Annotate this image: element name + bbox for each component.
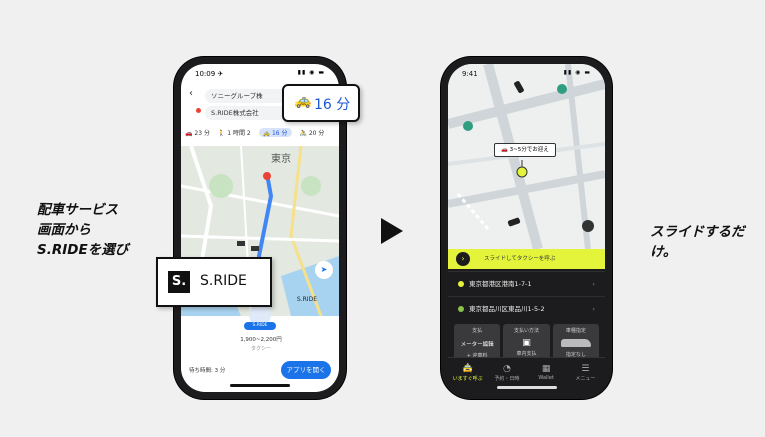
time-callout-text: 16 分 bbox=[314, 97, 351, 113]
mode-bike[interactable]: 🚴 20 分 bbox=[299, 128, 324, 137]
pickup-address: 東京都港区港南1-7-1 bbox=[469, 280, 532, 288]
status-time: 10:09 ✈ bbox=[195, 70, 224, 78]
qr-icon: ▦ bbox=[541, 364, 551, 374]
sride-callout-text: S.RIDE bbox=[200, 273, 247, 289]
home-indicator bbox=[230, 384, 290, 387]
menu-icon: ☰ bbox=[581, 364, 590, 374]
destination-pin-icon bbox=[196, 108, 201, 113]
fare-text: 1,900~2,200円 bbox=[240, 337, 282, 343]
tab-call-now-label: いますぐ呼ぶ bbox=[452, 376, 483, 382]
option-payment-title: 支払い方法 bbox=[513, 328, 539, 334]
sride-callout: S. S.RIDE bbox=[156, 257, 272, 307]
sride-small-label: S.RIDE bbox=[296, 296, 317, 303]
dropoff-dot-icon bbox=[458, 306, 464, 312]
slide-handle-icon[interactable]: › bbox=[456, 252, 470, 266]
caption-line-3: S.RIDEを選び bbox=[37, 242, 129, 258]
right-phone: 🚗 3~5分でお迎え 9:41 ▮▮ ◉ ▬ › スライドしてタクシーを呼ぶ 東… bbox=[441, 57, 612, 399]
option-vehicle-title: 車種指定 bbox=[565, 328, 586, 334]
travel-mode-row: 🚗 23 分 🚶 1 時間 2 🚕 16 分 🚴 20 分 bbox=[181, 128, 339, 142]
clock-icon: ◔ bbox=[502, 364, 511, 374]
option-fare-value: メーター編輯 bbox=[460, 342, 494, 348]
chevron-right-icon: › bbox=[592, 305, 595, 313]
caption-line-2: 画面から bbox=[37, 222, 91, 238]
right-caption: スライドするだけ。 bbox=[650, 224, 745, 260]
car-icon: 🚗 bbox=[501, 147, 510, 153]
tab-reserve-label: 予約・日時 bbox=[494, 376, 520, 382]
pickup-row[interactable]: 東京都港区港南1-7-1 › bbox=[448, 271, 605, 296]
option-payment-sub: 車内支払 bbox=[516, 351, 537, 357]
eta-text: 3~5分でお迎え bbox=[509, 147, 549, 153]
status-icons: ▮▮ ◉ ▬ bbox=[297, 69, 325, 76]
fare-badge: S.RIDE bbox=[244, 322, 276, 330]
mode-car[interactable]: 🚗 23 分 bbox=[185, 128, 210, 137]
tab-menu[interactable]: ☰ メニュー bbox=[566, 358, 605, 392]
wait-time: 待ち時間: 3 分 bbox=[189, 368, 226, 374]
caption-line-1: 配車サービス bbox=[37, 202, 118, 218]
status-icons: ▮▮ ◉ ▬ bbox=[563, 69, 591, 76]
sride-logo-icon: S. bbox=[168, 271, 190, 293]
slide-label: スライドしてタクシーを呼ぶ bbox=[484, 256, 556, 262]
taxi-tab-icon: 🚖 bbox=[462, 364, 474, 374]
status-time: 9:41 bbox=[462, 70, 478, 78]
eta-bubble: 🚗 3~5分でお迎え bbox=[494, 143, 556, 157]
time-callout: 🚕 16 分 bbox=[282, 84, 360, 122]
status-bar: 9:41 ▮▮ ◉ ▬ bbox=[448, 64, 605, 82]
mode-walk[interactable]: 🚶 1 時間 2 bbox=[218, 128, 251, 137]
slide-to-call[interactable]: › スライドしてタクシーを呼ぶ bbox=[448, 249, 605, 269]
payment-icon: ▣ bbox=[522, 338, 531, 348]
sride-app-screen: 🚗 3~5分でお迎え 9:41 ▮▮ ◉ ▬ › スライドしてタクシーを呼ぶ 東… bbox=[448, 64, 605, 392]
left-caption: 配車サービス 画面から S.RIDEを選び bbox=[37, 200, 128, 260]
dropoff-address: 東京都品川区東品川1-5-2 bbox=[469, 305, 545, 313]
tab-call-now[interactable]: 🚖 いますぐ呼ぶ bbox=[448, 358, 487, 392]
car-silhouette-icon bbox=[560, 339, 591, 347]
pickup-dot-icon bbox=[458, 281, 464, 287]
open-app-button[interactable]: アプリを開く bbox=[281, 361, 331, 379]
chevron-right-icon: › bbox=[592, 280, 595, 288]
status-bar: 10:09 ✈ ▮▮ ◉ ▬ bbox=[181, 64, 339, 82]
tab-wallet-label: Wallet bbox=[538, 375, 554, 381]
walk-taxi-icon: 🚕 bbox=[294, 93, 312, 109]
back-icon[interactable]: ‹ bbox=[189, 88, 193, 99]
fare-type: タクシー bbox=[250, 346, 271, 352]
map-label-tokyo: 東京 bbox=[271, 154, 291, 165]
option-fare-title: 支払 bbox=[472, 328, 483, 334]
home-indicator bbox=[496, 386, 557, 389]
tab-menu-label: メニュー bbox=[575, 376, 596, 382]
slide-canvas: 配車サービス 画面から S.RIDEを選び スライドするだけ。 10:09 ✈ … bbox=[0, 0, 765, 437]
dropoff-row[interactable]: 東京都品川区東品川1-5-2 › bbox=[448, 296, 605, 321]
next-arrow bbox=[381, 218, 403, 244]
sride-map[interactable]: 🚗 3~5分でお迎え bbox=[448, 64, 605, 249]
mode-taxi[interactable]: 🚕 16 分 bbox=[258, 128, 292, 137]
locate-icon[interactable]: ➤ bbox=[315, 261, 333, 279]
